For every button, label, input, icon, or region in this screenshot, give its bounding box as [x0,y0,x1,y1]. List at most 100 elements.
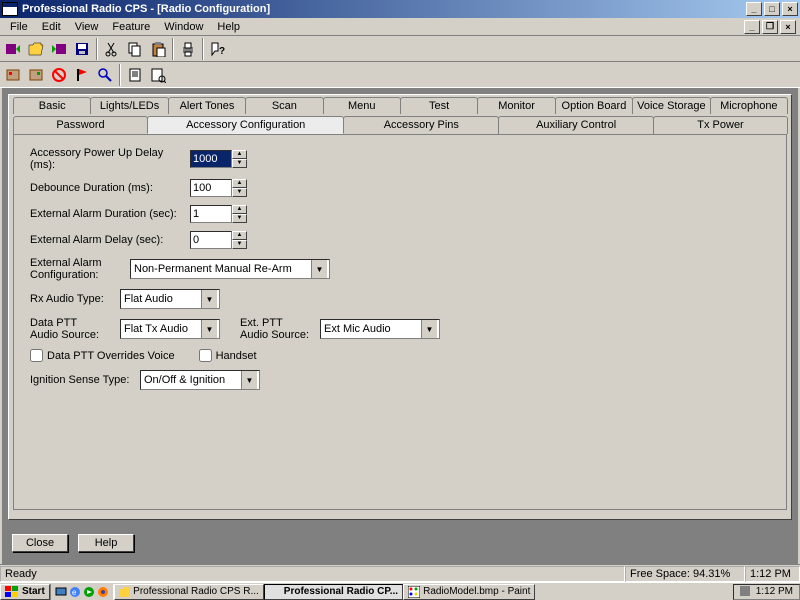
tray-icon[interactable] [740,586,752,598]
power-up-delay-input[interactable] [190,150,232,168]
debounce-spinner[interactable]: ▲▼ [190,179,247,197]
spin-up-icon[interactable]: ▲ [232,150,247,159]
config-panel: Basic Lights/LEDs Alert Tones Scan Menu … [8,94,792,520]
menu-file[interactable]: File [4,20,34,34]
paste-icon[interactable] [147,38,169,60]
ext-alarm-dur-input[interactable] [190,205,232,223]
tab-accessory-pins[interactable]: Accessory Pins [343,116,499,134]
tab-row-1: Basic Lights/LEDs Alert Tones Scan Menu … [9,95,791,114]
checkbox-label: Data PTT Overrides Voice [47,350,175,362]
spin-up-icon[interactable]: ▲ [232,179,247,188]
close-panel-button[interactable]: Close [12,534,68,552]
spin-down-icon[interactable]: ▼ [232,214,247,223]
mdi-minimize-button[interactable]: _ [744,20,760,34]
tab-tx-power[interactable]: Tx Power [653,116,788,134]
handset-checkbox[interactable]: Handset [199,349,257,362]
system-tray: 1:12 PM [733,584,800,600]
tool-disable-icon[interactable] [48,64,70,86]
mdi-restore-button[interactable]: ❐ [762,20,778,34]
tab-menu[interactable]: Menu [323,97,401,114]
tab-password[interactable]: Password [13,116,148,134]
firefox-icon[interactable] [97,586,109,598]
print-icon[interactable] [177,38,199,60]
windows-logo-icon [5,586,19,598]
desktop-icon[interactable] [55,586,67,598]
tool-a-icon[interactable] [2,64,24,86]
chevron-down-icon[interactable]: ▼ [201,320,217,338]
ext-ptt-src-value[interactable] [321,320,421,338]
data-ptt-src-value[interactable] [121,320,201,338]
tab-scan[interactable]: Scan [245,97,323,114]
tab-voice-storage[interactable]: Voice Storage [632,97,711,114]
help-panel-button[interactable]: Help [78,534,134,552]
spin-down-icon[interactable]: ▼ [232,159,247,168]
task-label: Professional Radio CPS R... [133,586,259,597]
ext-alarm-cfg-combo[interactable]: ▼ [130,259,330,279]
cut-icon[interactable] [101,38,123,60]
tool-flag-icon[interactable] [71,64,93,86]
taskbar-item-folder[interactable]: Professional Radio CPS R... [114,584,264,600]
zoom-icon[interactable] [94,64,116,86]
svg-text:e: e [72,588,77,597]
tab-alert-tones[interactable]: Alert Tones [168,97,246,114]
write-device-icon[interactable] [48,38,70,60]
ext-alarm-delay-spinner[interactable]: ▲▼ [190,231,247,249]
menu-edit[interactable]: Edit [36,20,67,34]
maximize-button[interactable]: □ [764,2,780,16]
save-icon[interactable] [71,38,93,60]
task-label: RadioModel.bmp - Paint [423,586,530,597]
chevron-down-icon[interactable]: ▼ [241,371,257,389]
ext-alarm-delay-input[interactable] [190,231,232,249]
ext-alarm-cfg-value[interactable] [131,260,311,278]
chevron-down-icon[interactable]: ▼ [311,260,327,278]
taskbar-item-cps[interactable]: Professional Radio CP... [264,584,403,600]
checkbox-input[interactable] [199,349,212,362]
help-context-icon[interactable]: ? [207,38,229,60]
taskbar-item-paint[interactable]: RadioModel.bmp - Paint [403,584,535,600]
debounce-label: Debounce Duration (ms): [30,182,190,194]
tab-lights[interactable]: Lights/LEDs [90,97,168,114]
data-ptt-overrides-checkbox[interactable]: Data PTT Overrides Voice [30,349,175,362]
tab-accessory-config[interactable]: Accessory Configuration [147,116,344,134]
menu-view[interactable]: View [69,20,105,34]
data-ptt-src-combo[interactable]: ▼ [120,319,220,339]
copy-icon[interactable] [124,38,146,60]
mdi-close-button[interactable]: × [780,20,796,34]
ext-ptt-src-combo[interactable]: ▼ [320,319,440,339]
properties-icon[interactable] [147,64,169,86]
tool-b-icon[interactable] [25,64,47,86]
checkbox-input[interactable] [30,349,43,362]
minimize-button[interactable]: _ [746,2,762,16]
media-icon[interactable] [83,586,95,598]
open-icon[interactable] [25,38,47,60]
tab-aux-control[interactable]: Auxiliary Control [498,116,654,134]
ext-alarm-dur-spinner[interactable]: ▲▼ [190,205,247,223]
tab-test[interactable]: Test [400,97,478,114]
tab-option-board[interactable]: Option Board [555,97,633,114]
rx-audio-combo[interactable]: ▼ [120,289,220,309]
spin-up-icon[interactable]: ▲ [232,205,247,214]
power-up-delay-spinner[interactable]: ▲▼ [190,150,247,168]
debounce-input[interactable] [190,179,232,197]
spin-down-icon[interactable]: ▼ [232,240,247,249]
tab-basic[interactable]: Basic [13,97,91,114]
ignition-value[interactable] [141,371,241,389]
start-button[interactable]: Start [0,584,50,600]
spin-up-icon[interactable]: ▲ [232,231,247,240]
read-device-icon[interactable] [2,38,24,60]
ie-icon[interactable]: e [69,586,81,598]
spin-down-icon[interactable]: ▼ [232,188,247,197]
ignition-combo[interactable]: ▼ [140,370,260,390]
chevron-down-icon[interactable]: ▼ [421,320,437,338]
start-label: Start [22,586,45,597]
menu-help[interactable]: Help [211,20,246,34]
chevron-down-icon[interactable]: ▼ [201,290,217,308]
menu-feature[interactable]: Feature [106,20,156,34]
menu-window[interactable]: Window [158,20,209,34]
rx-audio-value[interactable] [121,290,201,308]
tab-microphone[interactable]: Microphone [710,97,788,114]
close-button[interactable]: × [782,2,798,16]
document-icon[interactable] [124,64,146,86]
quick-launch: e [50,584,114,600]
tab-monitor[interactable]: Monitor [477,97,555,114]
